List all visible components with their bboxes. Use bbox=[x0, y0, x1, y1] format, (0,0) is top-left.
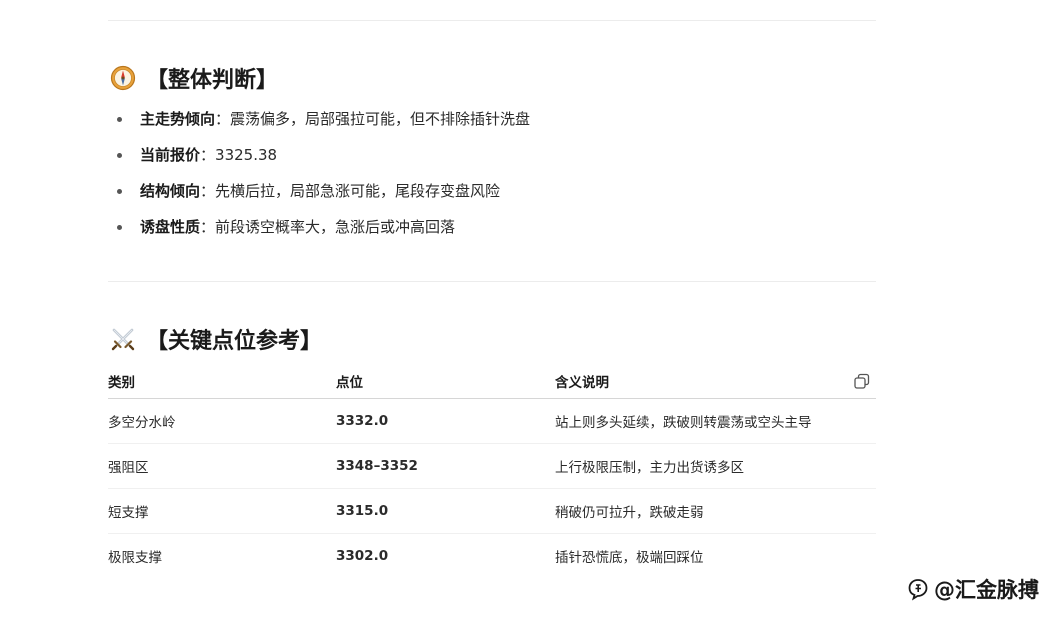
cell-level: 3302.0 bbox=[336, 548, 389, 564]
section-overall-title-text: 【整体判断】 bbox=[146, 68, 279, 93]
list-item: 结构倾向 ： 先横后拉，局部急涨可能，尾段存变盘风险 bbox=[108, 173, 530, 209]
bullet-value: 震荡偏多，局部强拉可能，但不排除插针洗盘 bbox=[230, 110, 531, 128]
table-row: 极限支撑 3302.0 插针恐慌底，极端回踩位 bbox=[108, 534, 876, 579]
cell-level: 3348–3352 bbox=[336, 443, 555, 489]
table-row: 多空分水岭 3332.0 站上则多头延续，跌破则转震荡或空头主导 bbox=[108, 398, 876, 444]
bullet-key: 诱盘性质 bbox=[140, 218, 201, 236]
bullet-dot bbox=[117, 188, 122, 194]
copy-icon bbox=[854, 373, 870, 389]
watermark-text: @汇金脉搏 bbox=[934, 578, 1039, 602]
bullet-key: 主走势倾向 bbox=[140, 110, 216, 128]
bullet-key: 当前报价 bbox=[140, 146, 201, 164]
cell-level: 3315.0 bbox=[336, 488, 555, 534]
bullet-value: 3325.38 bbox=[215, 146, 278, 164]
list-item: 诱盘性质 ： 前段诱空概率大，急涨后或冲高回落 bbox=[108, 209, 530, 245]
column-header-category: 类别 bbox=[108, 363, 336, 399]
bullet-key: 结构倾向 bbox=[140, 182, 201, 200]
bullet-separator: ： bbox=[200, 146, 216, 164]
cell-category: 多空分水岭 bbox=[108, 398, 336, 444]
cell-category: 极限支撑 bbox=[108, 550, 162, 566]
cell-meaning: 站上则多头延续，跌破则转震荡或空头主导 bbox=[555, 398, 876, 444]
bullet-value: 前段诱空概率大，急涨后或冲高回落 bbox=[215, 218, 456, 236]
table-row: 强阻区 3348–3352 上行极限压制，主力出货诱多区 bbox=[108, 443, 876, 489]
compass-icon bbox=[110, 65, 136, 91]
section-divider bbox=[108, 281, 876, 282]
bullet-dot bbox=[117, 152, 122, 158]
bullet-dot bbox=[117, 116, 122, 122]
cell-category: 短支撑 bbox=[108, 488, 336, 534]
column-header-meaning: 含义说明 bbox=[555, 363, 876, 399]
top-divider bbox=[108, 20, 876, 21]
watermark: @汇金脉搏 bbox=[906, 574, 1039, 604]
section-key-levels-title: 【关键点位参考】 bbox=[110, 323, 322, 355]
table-header-row: 类别 点位 含义说明 bbox=[108, 363, 876, 399]
section-key-levels-title-text: 【关键点位参考】 bbox=[146, 329, 323, 354]
bullet-separator: ： bbox=[200, 218, 216, 236]
cell-meaning: 稍破仍可拉升，跌破走弱 bbox=[555, 488, 876, 534]
column-header-level: 点位 bbox=[336, 363, 555, 399]
bullet-separator: ： bbox=[200, 182, 216, 200]
cell-meaning: 上行极限压制，主力出货诱多区 bbox=[555, 443, 876, 489]
copy-table-button[interactable] bbox=[852, 372, 872, 392]
bullet-value: 先横后拉，局部急涨可能，尾段存变盘风险 bbox=[215, 182, 501, 200]
crossed-swords-icon bbox=[110, 326, 136, 352]
list-item: 当前报价 ： 3325.38 bbox=[108, 137, 530, 173]
zhihu-logo-icon bbox=[908, 579, 928, 601]
document-page: 【整体判断】 主走势倾向 ： 震荡偏多，局部强拉可能，但不排除插针洗盘 当前报价… bbox=[0, 0, 1056, 628]
bullet-separator: ： bbox=[215, 110, 231, 128]
overall-bullet-list: 主走势倾向 ： 震荡偏多，局部强拉可能，但不排除插针洗盘 当前报价 ： 3325… bbox=[108, 101, 530, 245]
key-levels-table: 类别 点位 含义说明 多空分水岭 3332.0 站上则多头延续，跌破则转震荡或空… bbox=[108, 363, 876, 578]
cell-meaning: 插针恐慌底，极端回踩位 bbox=[555, 550, 704, 566]
bullet-dot bbox=[117, 224, 122, 230]
table-row: 短支撑 3315.0 稍破仍可拉升，跌破走弱 bbox=[108, 488, 876, 534]
list-item: 主走势倾向 ： 震荡偏多，局部强拉可能，但不排除插针洗盘 bbox=[108, 101, 530, 137]
cell-level: 3332.0 bbox=[336, 398, 555, 444]
section-overall-title: 【整体判断】 bbox=[110, 62, 278, 94]
cell-category: 强阻区 bbox=[108, 443, 336, 489]
